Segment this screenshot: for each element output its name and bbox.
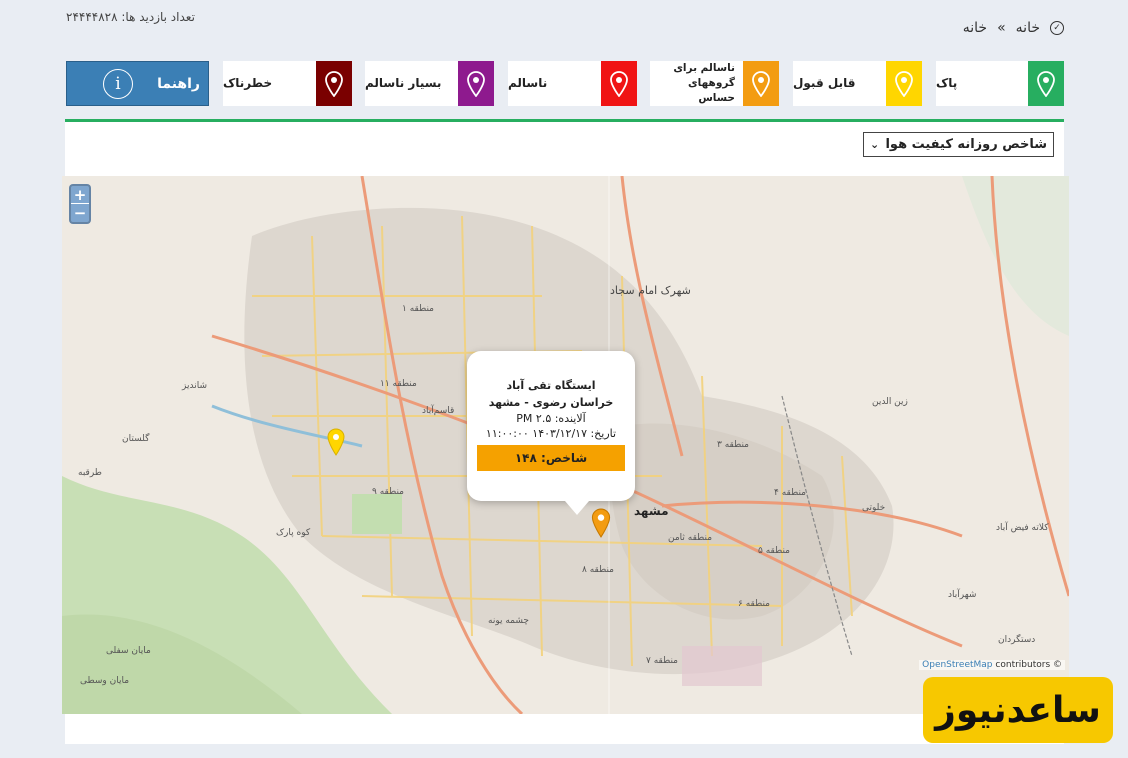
- map-label: منطقه ۴: [774, 488, 807, 498]
- map-label: منطقه ۶: [738, 599, 771, 609]
- breadcrumb-item-home[interactable]: خانه: [1016, 20, 1040, 36]
- map-label: منطقه ثامن: [668, 533, 713, 543]
- map-label: دستگردان: [998, 635, 1036, 645]
- map-pin-icon: [752, 70, 770, 97]
- check-circle-icon: ✓: [1050, 21, 1064, 35]
- map-label: مایان وسطی: [80, 676, 130, 686]
- info-icon: i: [103, 68, 133, 99]
- map-pin-icon: [1037, 70, 1055, 97]
- map-label: کوه پارک: [276, 528, 311, 538]
- legend-label: پاک: [936, 75, 958, 90]
- popup-date: تاریخ: ۱۴۰۳/۱۲/۱۷ ۱۱:۰۰:۰۰: [485, 427, 617, 440]
- legend-label: بسیار ناسالم: [365, 75, 442, 90]
- map-label: منطقه ۱۱: [380, 379, 417, 389]
- map-label: منطقه ۵: [758, 546, 791, 556]
- legend-item-unhealthy: ناسالم: [508, 61, 637, 106]
- map-pin-icon: [467, 70, 485, 97]
- map-label: شهرک امام سجاد: [610, 284, 691, 297]
- legend-swatch-very-unhealthy: [458, 61, 494, 106]
- station-popup: ایستگاه تقی آباد خراسان رضوی - مشهد آلای…: [467, 351, 635, 515]
- popup-aqi-value: شاخص: ۱۴۸: [477, 445, 625, 471]
- legend-swatch-hazardous: [316, 61, 352, 106]
- zoom-control: + −: [69, 184, 91, 224]
- zoom-in-button[interactable]: +: [71, 186, 89, 204]
- popup-province: خراسان رضوی - مشهد: [488, 396, 614, 409]
- map-label: چشمه یونه: [488, 616, 529, 626]
- visit-counter: تعداد بازدید ها: ۲۴۴۴۴۸۲۸: [66, 10, 195, 24]
- legend-label: قابل قبول: [793, 75, 856, 90]
- map-label: منطقه ۹: [372, 487, 405, 497]
- map-pin-icon: [325, 70, 343, 97]
- popup-pollutant: آلاینده: PM ۲.۵: [516, 412, 586, 425]
- breadcrumb: ✓ خانه » خانه: [963, 20, 1064, 36]
- legend-label: خطرناک: [223, 75, 273, 90]
- legend-item-very-unhealthy: بسیار ناسالم: [365, 61, 494, 106]
- map-label: خلوتی: [862, 503, 886, 513]
- zoom-out-button[interactable]: −: [71, 204, 89, 222]
- legend-swatch-unhealthy: [601, 61, 637, 106]
- attribution-text: contributors ©: [995, 660, 1062, 670]
- map-label: کلاته فیض آباد: [996, 523, 1049, 533]
- map-label: طرقبه: [78, 468, 102, 478]
- city-label: مشهد: [634, 504, 669, 518]
- osm-link[interactable]: OpenStreetMap: [922, 660, 992, 670]
- index-type-selected: شاخص روزانه کیفیت هوا: [885, 137, 1047, 152]
- map-label: قاسم‌آباد: [422, 406, 455, 416]
- map-pin-icon: [610, 70, 628, 97]
- legend-swatch-clean: [1028, 61, 1064, 106]
- station-marker-west[interactable]: [327, 428, 345, 456]
- legend-swatch-sensitive: [743, 61, 779, 106]
- legend-item-hazardous: خطرناک: [223, 61, 352, 106]
- legend-swatch-acceptable: [886, 61, 922, 106]
- legend-item-clean: پاک: [936, 61, 1064, 106]
- legend-label: ناسالم برای گروههای حساس: [673, 61, 735, 105]
- map-label: گلستان: [122, 434, 150, 444]
- popup-station-name: ایستگاه تقی آباد: [506, 379, 596, 392]
- map-view[interactable]: + − منطقه ۱ منطقه ۱۱ منطقه ۳ منطقه ۴ منط…: [62, 176, 1069, 714]
- map-label: زین الدین: [872, 397, 908, 407]
- map-label: مایان سفلی: [106, 646, 151, 656]
- index-type-select[interactable]: شاخص روزانه کیفیت هوا ⌄: [863, 132, 1054, 157]
- map-pin-icon: [895, 70, 913, 97]
- watermark-logo: ساعدنیوز: [923, 677, 1113, 743]
- breadcrumb-item-current[interactable]: خانه: [963, 20, 987, 36]
- map-label: شاندیز: [182, 381, 207, 391]
- legend-item-sensitive: ناسالم برای گروههای حساس: [650, 61, 779, 106]
- guide-button-label: راهنما: [157, 75, 200, 92]
- map-label: منطقه ۸: [582, 565, 615, 575]
- map-label: منطقه ۱: [402, 304, 435, 314]
- taghiabad-marker[interactable]: [591, 508, 611, 538]
- chevron-down-icon: ⌄: [870, 138, 880, 151]
- breadcrumb-separator: »: [997, 20, 1006, 36]
- map-label: شهرآباد: [948, 590, 977, 600]
- legend-label: ناسالم: [508, 75, 548, 90]
- legend-item-acceptable: قابل قبول: [793, 61, 922, 106]
- map-label: منطقه ۷: [646, 656, 679, 666]
- map-label: منطقه ۳: [717, 440, 750, 450]
- map-attribution: OpenStreetMap contributors ©: [919, 660, 1065, 670]
- guide-button[interactable]: i راهنما: [66, 61, 209, 106]
